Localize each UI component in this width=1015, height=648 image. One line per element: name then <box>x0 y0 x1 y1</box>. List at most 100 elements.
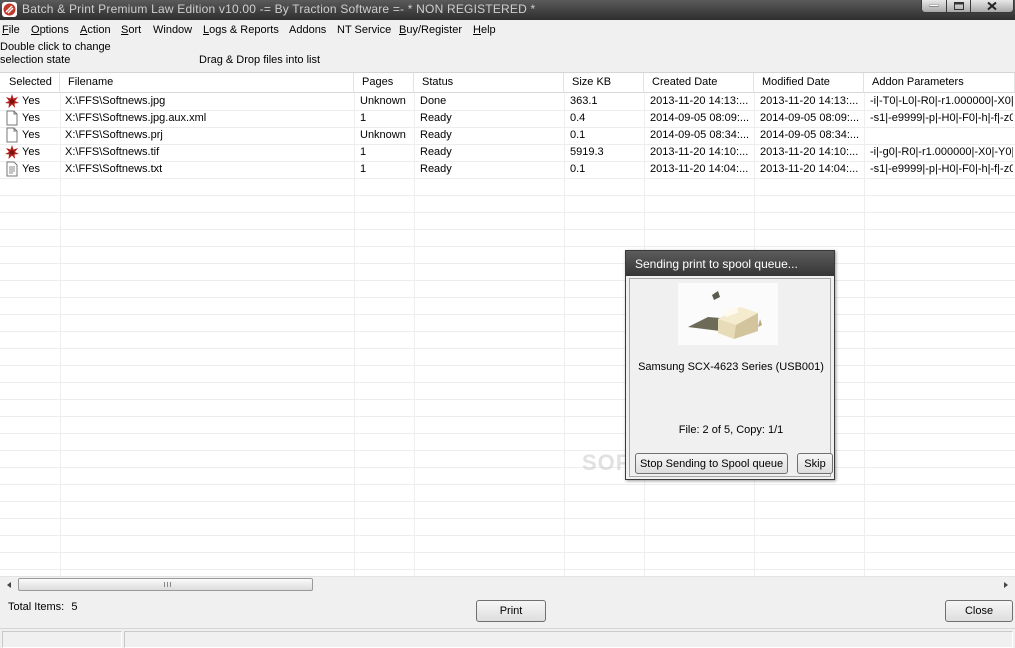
menu-buy-register[interactable]: Buy/Register <box>399 24 462 36</box>
menu-label: ort <box>128 24 142 36</box>
drag-drop-hint: Drag & Drop files into list <box>199 54 321 66</box>
table-row[interactable]: Yes X:\FFS\Softnews.jpg Unknown Done 363.1 20… <box>0 93 1015 110</box>
menu-label: ction <box>87 24 111 36</box>
cell-pages: Unknown <box>360 95 406 107</box>
grid-row-line <box>0 399 1015 400</box>
cell-created: 2013-11-20 14:10:... <box>650 146 749 158</box>
skip-button[interactable]: Skip <box>797 453 833 474</box>
scroll-right-icon[interactable] <box>1000 579 1012 591</box>
cell-addon: -s1|-e9999|-p|-H0|-F0|-h|-f|-z0|-Z <box>870 163 1013 175</box>
file-list-grid[interactable]: Selected Filename Pages Status Size KB Create… <box>0 72 1015 576</box>
cell-size: 0.1 <box>570 163 586 175</box>
close-window-button[interactable] <box>970 0 1014 13</box>
grid-row-line <box>0 178 1015 179</box>
grid-row-line <box>0 280 1015 281</box>
cell-status: Ready <box>420 112 452 124</box>
image-file-icon <box>4 93 20 109</box>
cell-pages: 1 <box>360 112 367 124</box>
grid-header: Selected Filename Pages Status Size KB Create… <box>0 73 1015 93</box>
status-pane-2 <box>124 631 1013 648</box>
table-row[interactable]: Yes X:\FFS\Softnews.tif 1 Ready 5919.3 2013-1… <box>0 144 1015 161</box>
status-pane-1 <box>2 631 122 648</box>
cell-created: 2014-09-05 08:09:... <box>650 112 750 124</box>
total-items-count: 5 <box>71 601 78 613</box>
status-bar <box>0 628 1015 648</box>
close-button[interactable]: Close <box>945 600 1013 622</box>
menu-label: elp <box>480 24 496 36</box>
column-header-pages[interactable]: Pages <box>354 73 414 93</box>
menu-addons[interactable]: Addons <box>289 24 326 36</box>
menu-sort[interactable]: Sort <box>121 24 141 36</box>
title-bar[interactable]: Batch & Print Premium Law Edition v10.00… <box>0 0 1015 20</box>
menu-action[interactable]: Action <box>80 24 111 36</box>
text-file-icon <box>4 161 20 177</box>
menu-window[interactable]: Window <box>153 24 192 36</box>
column-header-created-date[interactable]: Created Date <box>644 73 754 93</box>
menu-mnemonic: F <box>2 24 9 36</box>
menu-bar: File Options Action Sort Window Logs & Report… <box>0 20 1015 40</box>
table-row[interactable]: Yes X:\FFS\Softnews.prj Unknown Ready 0.1 201… <box>0 127 1015 144</box>
app-window: Batch & Print Premium Law Edition v10.00… <box>0 0 1015 648</box>
table-row[interactable]: Yes X:\FFS\Softnews.jpg.aux.xml 1 Ready 0.4 2… <box>0 110 1015 127</box>
menu-mnemonic: O <box>31 24 40 36</box>
menu-options[interactable]: Options <box>31 24 69 36</box>
menu-label: Addons <box>289 24 327 36</box>
scrollbar-thumb[interactable] <box>18 578 313 591</box>
cell-modified: 2013-11-20 14:04:... <box>760 163 859 175</box>
grid-row-line <box>0 484 1015 485</box>
cell-filename: X:\FFS\Softnews.txt <box>65 163 163 175</box>
selection-hint-line1: Double click to change <box>0 41 111 53</box>
print-progress: File: 2 of 5, Copy: 1/1 <box>678 424 784 436</box>
cell-addon: -i|-g0|-R0|-r1.000000|-X0|-Y0|-G <box>870 146 1013 158</box>
cell-addon: -s1|-e9999|-p|-H0|-F0|-h|-f|-z0|-Z <box>870 112 1013 124</box>
column-header-filename[interactable]: Filename <box>60 73 354 93</box>
menu-logs-reports[interactable]: Logs & Reports <box>203 24 279 36</box>
maximize-icon <box>953 2 964 10</box>
total-items-label: Total Items: <box>8 601 65 613</box>
column-header-addon-parameters[interactable]: Addon Parameters <box>864 73 1015 93</box>
column-header-selected[interactable]: Selected <box>0 73 60 93</box>
selection-hint-line2: selection state <box>0 54 71 66</box>
menu-label: NT Service <box>337 24 392 36</box>
grid-row-line <box>0 195 1015 196</box>
grid-row-line <box>0 246 1015 247</box>
printer-name: Samsung SCX-4623 Series (USB001) <box>638 361 824 373</box>
grid-row-line <box>0 229 1015 230</box>
cell-selected: Yes <box>22 129 40 141</box>
table-row[interactable]: Yes X:\FFS\Softnews.txt 1 Ready 0.1 2013-11-2… <box>0 161 1015 178</box>
menu-help[interactable]: Help <box>473 24 496 36</box>
grid-row-line <box>0 467 1015 468</box>
column-header-modified-date[interactable]: Modified Date <box>754 73 864 93</box>
menu-label: ile <box>8 24 20 36</box>
grid-row-line <box>0 535 1015 536</box>
spool-dialog: Sending print to spool queue... Samsung … <box>625 250 835 480</box>
cell-size: 0.1 <box>570 129 586 141</box>
cell-pages: 1 <box>360 146 367 158</box>
print-button[interactable]: Print <box>476 600 546 622</box>
cell-modified: 2013-11-20 14:13:... <box>760 95 859 107</box>
grid-row-line <box>0 552 1015 553</box>
grid-row-line <box>0 348 1015 349</box>
column-header-status[interactable]: Status <box>414 73 564 93</box>
cell-status: Ready <box>420 146 452 158</box>
cell-pages: 1 <box>360 163 367 175</box>
grid-row-line <box>0 416 1015 417</box>
grid-row-line <box>0 382 1015 383</box>
cell-filename: X:\FFS\Softnews.jpg.aux.xml <box>65 112 207 124</box>
menu-nt-service[interactable]: NT Service <box>337 24 391 36</box>
stop-sending-button[interactable]: Stop Sending to Spool queue <box>635 453 788 474</box>
column-header-size-kb[interactable]: Size KB <box>564 73 644 93</box>
maximize-button[interactable] <box>946 0 971 13</box>
minimize-icon <box>929 4 939 7</box>
cell-modified: 2014-09-05 08:34:... <box>760 129 860 141</box>
minimize-button[interactable] <box>921 0 947 13</box>
cell-status: Done <box>420 95 447 107</box>
menu-file[interactable]: File <box>2 24 20 36</box>
grid-row-line <box>0 501 1015 502</box>
cell-status: Ready <box>420 129 452 141</box>
horizontal-scrollbar[interactable] <box>0 576 1015 592</box>
scroll-left-icon[interactable] <box>3 579 15 591</box>
cell-size: 363.1 <box>570 95 598 107</box>
cell-filename: X:\FFS\Softnews.tif <box>65 146 160 158</box>
total-items: Total Items: 5 <box>8 601 77 613</box>
